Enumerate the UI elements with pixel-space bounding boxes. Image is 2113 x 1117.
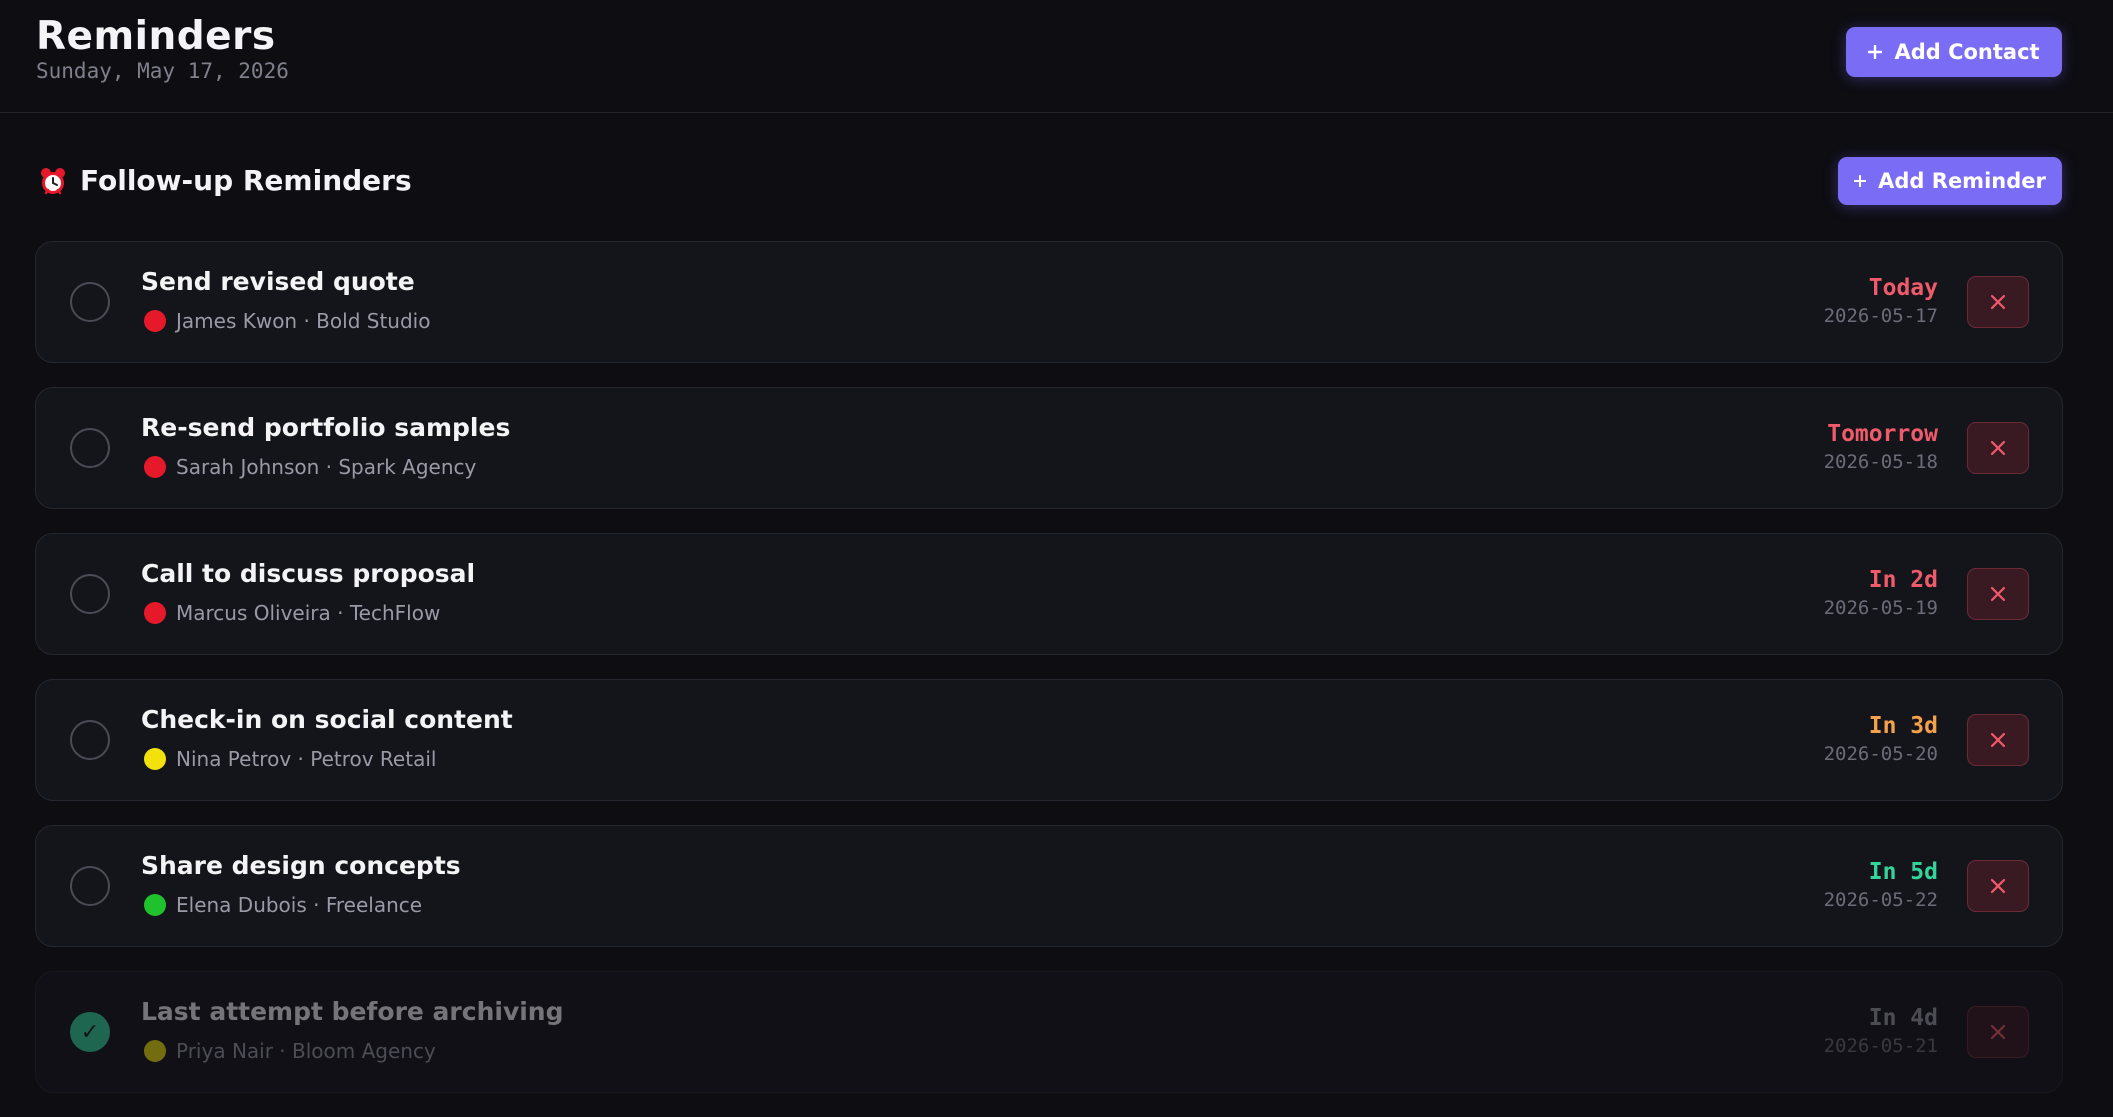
reminder-contact: Priya Nair · Bloom Agency bbox=[144, 1039, 436, 1063]
reminder-card-completed: ✓ Last attempt before archiving Priya Na… bbox=[35, 971, 2063, 1093]
complete-checkbox[interactable] bbox=[70, 574, 110, 614]
due-date: 2026-05-22 bbox=[1823, 889, 1938, 911]
due-relative: In 5d bbox=[1868, 859, 1938, 885]
alarm-clock-icon bbox=[41, 167, 65, 194]
add-contact-label: Add Contact bbox=[1894, 40, 2040, 64]
priority-dot-icon bbox=[144, 748, 166, 770]
reminder-title: Share design concepts bbox=[141, 851, 461, 880]
due-date: 2026-05-18 bbox=[1823, 451, 1938, 473]
due-info: In 3d 2026-05-20 bbox=[1824, 713, 1938, 765]
close-icon bbox=[1990, 586, 2006, 602]
priority-dot-icon bbox=[144, 894, 166, 916]
due-relative: In 4d bbox=[1868, 1005, 1938, 1031]
complete-checkbox[interactable] bbox=[70, 282, 110, 322]
reminder-subtitle: Nina Petrov · Petrov Retail bbox=[176, 747, 437, 771]
reminder-title: Re-send portfolio samples bbox=[141, 413, 511, 442]
due-relative: In 2d bbox=[1868, 567, 1938, 593]
reminder-card: Send revised quote James Kwon · Bold Stu… bbox=[35, 241, 2063, 363]
reminder-subtitle: Elena Dubois · Freelance bbox=[176, 893, 423, 917]
reminder-card: Share design concepts Elena Dubois · Fre… bbox=[35, 825, 2063, 947]
delete-reminder-button[interactable] bbox=[1967, 860, 2029, 912]
reminder-list: Send revised quote James Kwon · Bold Stu… bbox=[35, 241, 2063, 1117]
current-date: Sunday, May 17, 2026 bbox=[36, 59, 289, 83]
due-date: 2026-05-20 bbox=[1823, 743, 1938, 765]
complete-checkbox[interactable] bbox=[70, 720, 110, 760]
close-icon bbox=[1990, 440, 2006, 456]
complete-checkbox[interactable] bbox=[70, 866, 110, 906]
reminder-subtitle: James Kwon · Bold Studio bbox=[176, 309, 431, 333]
reminder-title: Check-in on social content bbox=[141, 705, 513, 734]
add-reminder-label: Add Reminder bbox=[1878, 169, 2046, 193]
priority-dot-icon bbox=[144, 1040, 166, 1062]
page-title: Reminders bbox=[36, 14, 276, 59]
due-info: In 5d 2026-05-22 bbox=[1824, 859, 1938, 911]
reminder-contact: Elena Dubois · Freelance bbox=[144, 893, 422, 917]
reminder-contact: Nina Petrov · Petrov Retail bbox=[144, 747, 436, 771]
reminder-card: Check-in on social content Nina Petrov ·… bbox=[35, 679, 2063, 801]
close-icon bbox=[1990, 294, 2006, 310]
due-info: Today 2026-05-17 bbox=[1824, 275, 1938, 327]
complete-checkbox[interactable]: ✓ bbox=[70, 1012, 110, 1052]
reminder-subtitle: Marcus Oliveira · TechFlow bbox=[176, 601, 441, 625]
reminder-card: Re-send portfolio samples Sarah Johnson … bbox=[35, 387, 2063, 509]
due-info: In 2d 2026-05-19 bbox=[1824, 567, 1938, 619]
delete-reminder-button[interactable] bbox=[1967, 714, 2029, 766]
due-info: In 4d 2026-05-21 bbox=[1824, 1005, 1938, 1057]
plus-icon bbox=[1854, 175, 1867, 187]
plus-icon bbox=[1868, 45, 1883, 59]
due-relative: Today bbox=[1868, 275, 1938, 301]
due-date: 2026-05-21 bbox=[1823, 1035, 1938, 1057]
due-date: 2026-05-19 bbox=[1823, 597, 1938, 619]
complete-checkbox[interactable] bbox=[70, 428, 110, 468]
delete-reminder-button[interactable] bbox=[1967, 568, 2029, 620]
due-relative: Tomorrow bbox=[1827, 421, 1938, 447]
add-reminder-button[interactable]: Add Reminder bbox=[1838, 157, 2062, 205]
section-heading: Follow-up Reminders bbox=[38, 164, 412, 197]
due-info: Tomorrow 2026-05-18 bbox=[1824, 421, 1938, 473]
reminder-subtitle: Sarah Johnson · Spark Agency bbox=[176, 455, 477, 479]
priority-dot-icon bbox=[144, 310, 166, 332]
reminder-title: Last attempt before archiving bbox=[141, 997, 564, 1026]
close-icon bbox=[1990, 878, 2006, 894]
add-contact-button[interactable]: Add Contact bbox=[1846, 27, 2062, 77]
due-relative: In 3d bbox=[1868, 713, 1938, 739]
top-bar: Reminders Sunday, May 17, 2026 Add Conta… bbox=[0, 0, 2113, 113]
reminder-contact: Marcus Oliveira · TechFlow bbox=[144, 601, 440, 625]
reminder-title: Send revised quote bbox=[141, 267, 415, 296]
due-date: 2026-05-17 bbox=[1823, 305, 1938, 327]
delete-reminder-button[interactable] bbox=[1967, 276, 2029, 328]
close-icon bbox=[1990, 732, 2006, 748]
priority-dot-icon bbox=[144, 602, 166, 624]
close-icon bbox=[1990, 1024, 2006, 1040]
reminder-subtitle: Priya Nair · Bloom Agency bbox=[176, 1039, 436, 1063]
delete-reminder-button[interactable] bbox=[1967, 422, 2029, 474]
reminder-card: Call to discuss proposal Marcus Oliveira… bbox=[35, 533, 2063, 655]
section-title: Follow-up Reminders bbox=[80, 164, 412, 197]
priority-dot-icon bbox=[144, 456, 166, 478]
reminder-title: Call to discuss proposal bbox=[141, 559, 476, 588]
reminder-contact: Sarah Johnson · Spark Agency bbox=[144, 455, 476, 479]
delete-reminder-button[interactable] bbox=[1967, 1006, 2029, 1058]
reminder-contact: James Kwon · Bold Studio bbox=[144, 309, 430, 333]
